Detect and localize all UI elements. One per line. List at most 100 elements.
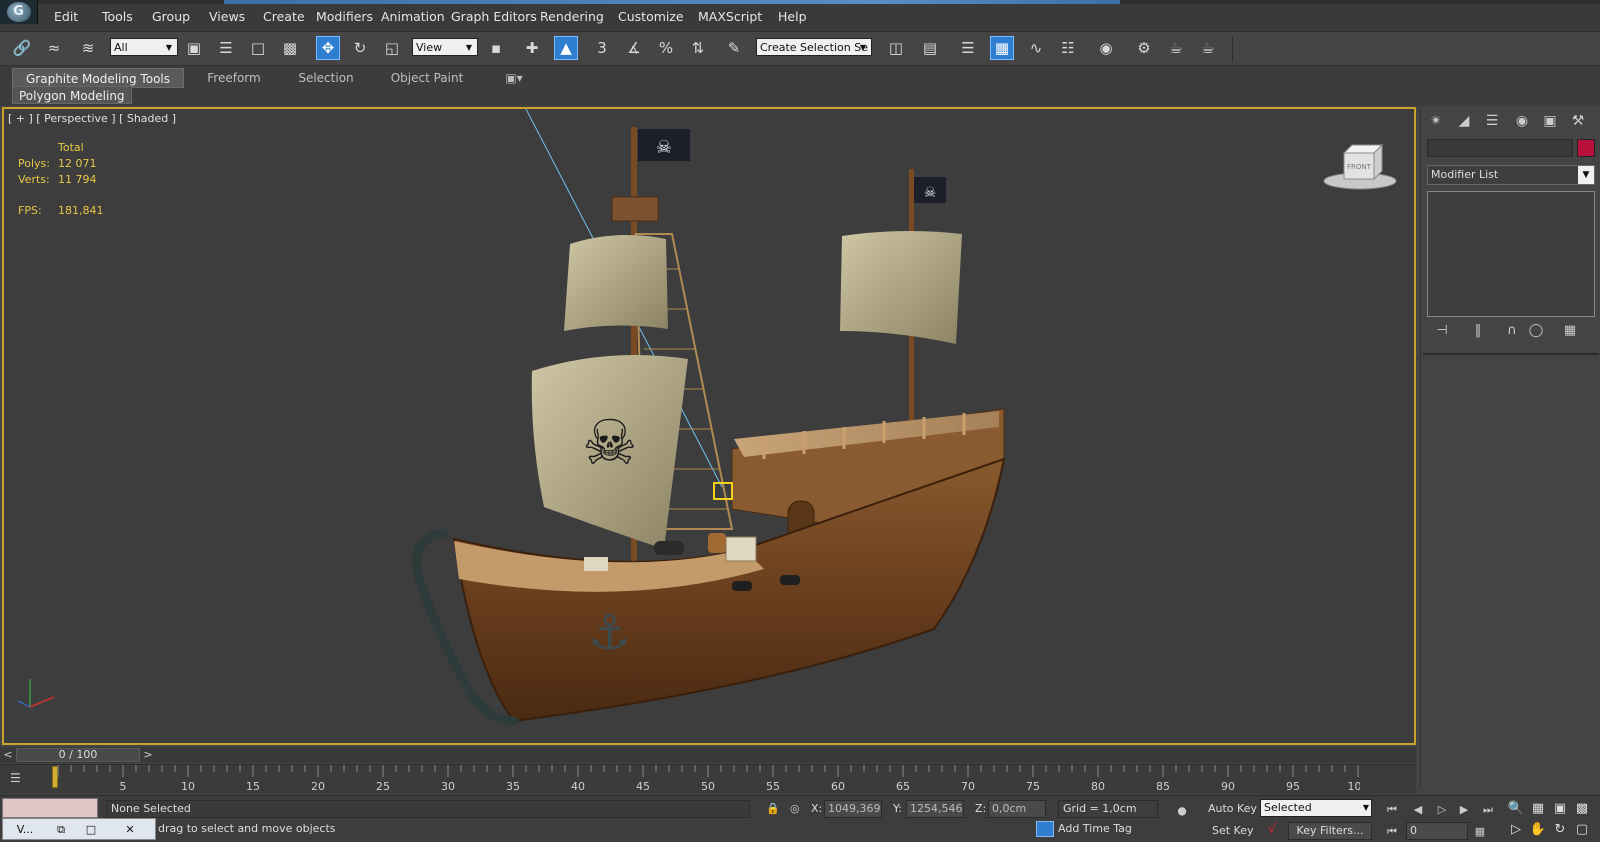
link-icon[interactable]: 🔗 — [10, 36, 34, 60]
next-frame-icon[interactable]: ▶ — [1454, 802, 1474, 818]
snaps-toggle-icon[interactable]: 3 — [590, 36, 614, 60]
select-move-icon[interactable]: ✥ — [316, 36, 340, 60]
utilities-tab-icon[interactable]: ⚒ — [1567, 111, 1589, 131]
x-coordinate-field[interactable]: 1049,369cm — [824, 800, 882, 818]
menu-views[interactable]: Views — [209, 9, 245, 24]
menu-animation[interactable]: Animation — [381, 9, 445, 24]
select-manipulate-icon[interactable]: ✚ — [520, 36, 544, 60]
mini-curve-editor-icon[interactable]: ☰ — [10, 771, 28, 787]
select-by-name-icon[interactable]: ☰ — [214, 36, 238, 60]
align-icon[interactable]: ▤ — [918, 36, 942, 60]
key-curve-icon[interactable]: √ — [1268, 822, 1284, 840]
rendered-frame-icon[interactable]: ☕ — [1164, 36, 1188, 60]
frame-ruler[interactable]: 5 10 15 20 25 30 35 40 45 50 55 60 65 70 75 80 85 90 95 100 — [56, 765, 1360, 795]
unlink-icon[interactable]: ≈ — [42, 36, 66, 60]
key-mode-dropdown[interactable]: Selected ▼ — [1260, 799, 1372, 817]
pivot-center-icon[interactable]: ▪ — [484, 36, 508, 60]
panel-polygon-modeling[interactable]: Polygon Modeling — [12, 86, 132, 104]
pirate-ship-model[interactable]: ☠ ☠ ☠ ⚓ — [4, 109, 1416, 745]
zoom-extents-all-icon[interactable]: ▩ — [1572, 800, 1592, 818]
previous-frame-icon[interactable]: ◀ — [1408, 802, 1428, 818]
configure-modifier-sets-icon[interactable]: ▦ — [1559, 323, 1581, 341]
field-of-view-icon[interactable]: ▷ — [1506, 821, 1526, 839]
maximize-viewport-icon[interactable]: ▢ — [1572, 821, 1592, 839]
ribbon-options-icon[interactable]: ▣▾ — [500, 68, 528, 88]
object-color-swatch[interactable] — [1577, 139, 1595, 157]
spinner-snap-icon[interactable]: ⇅ — [686, 36, 710, 60]
schematic-view-icon[interactable]: ☷ — [1056, 36, 1080, 60]
zoom-icon[interactable]: 🔍 — [1506, 800, 1526, 818]
set-key-button[interactable]: Set Key — [1212, 824, 1254, 837]
motion-tab-icon[interactable]: ◉ — [1511, 111, 1533, 131]
tab-selection[interactable]: Selection — [290, 68, 362, 88]
angle-snap-icon[interactable]: ∡ — [622, 36, 646, 60]
zoom-extents-icon[interactable]: ▣ — [1550, 800, 1570, 818]
menu-tools[interactable]: Tools — [102, 9, 133, 24]
object-name-field[interactable] — [1427, 139, 1573, 157]
selection-filter-dropdown[interactable]: All ▼ — [110, 38, 178, 56]
time-config-icon[interactable]: ▦ — [1470, 824, 1490, 840]
reference-coordinate-dropdown[interactable]: View ▼ — [412, 38, 478, 56]
material-editor-icon[interactable]: ◉ — [1094, 36, 1118, 60]
render-setup-icon[interactable]: ⚙ — [1132, 36, 1156, 60]
select-scale-icon[interactable]: ◱ — [380, 36, 404, 60]
create-tab-icon[interactable]: ✴ — [1425, 111, 1447, 131]
keyboard-shortcut-override-icon[interactable]: ▲ — [554, 36, 578, 60]
hierarchy-tab-icon[interactable]: ☰ — [1481, 111, 1503, 131]
z-coordinate-field[interactable]: 0,0cm — [988, 800, 1046, 818]
make-unique-icon[interactable]: ∩ — [1501, 323, 1523, 341]
time-slider-knob[interactable]: 0 / 100 — [16, 748, 140, 762]
select-object-icon[interactable]: ▣ — [182, 36, 206, 60]
bind-space-warp-icon[interactable]: ≋ — [76, 36, 100, 60]
render-production-icon[interactable]: ☕ — [1196, 36, 1220, 60]
select-rotate-icon[interactable]: ↻ — [348, 36, 372, 60]
perspective-viewport[interactable]: [ + ] [ Perspective ] [ Shaded ] Total P… — [2, 107, 1416, 745]
go-to-end-icon[interactable]: ⏭ — [1478, 802, 1498, 818]
y-coordinate-field[interactable]: 1254,546cm — [906, 800, 964, 818]
maxscript-listener[interactable] — [2, 798, 98, 818]
edit-named-selection-icon[interactable]: ✎ — [722, 36, 746, 60]
time-tag-icon[interactable] — [1036, 821, 1054, 837]
go-to-start-icon[interactable]: ⏮ — [1382, 802, 1402, 818]
layer-manager-icon[interactable]: ☰ — [956, 36, 980, 60]
display-tab-icon[interactable]: ▣ — [1539, 111, 1561, 131]
menu-modifiers[interactable]: Modifiers — [316, 9, 373, 24]
close-icon[interactable]: ✕ — [119, 822, 141, 838]
key-icon[interactable]: ⚫ — [1166, 802, 1198, 828]
tab-graphite-modeling-tools[interactable]: Graphite Modeling Tools — [12, 68, 184, 88]
lock-icon[interactable]: 🔒 — [766, 802, 780, 815]
modify-tab-icon[interactable]: ◢ — [1453, 111, 1475, 131]
zoom-all-icon[interactable]: ▦ — [1528, 800, 1548, 818]
minimized-window-label[interactable]: V... — [5, 822, 45, 838]
mirror-icon[interactable]: ◫ — [884, 36, 908, 60]
window-crossing-icon[interactable]: ▩ — [278, 36, 302, 60]
menu-group[interactable]: Group — [152, 9, 190, 24]
application-button[interactable]: G — [0, 0, 38, 24]
tab-freeform[interactable]: Freeform — [196, 68, 272, 88]
graphite-toggle-icon[interactable]: ▦ — [990, 36, 1014, 60]
menu-help[interactable]: Help — [778, 9, 807, 24]
modifier-stack[interactable] — [1427, 191, 1595, 317]
menu-customize[interactable]: Customize — [618, 9, 684, 24]
pin-stack-icon[interactable]: ⊣ — [1431, 323, 1453, 341]
menu-rendering[interactable]: Rendering — [540, 9, 604, 24]
auto-key-button[interactable]: Auto Key — [1208, 802, 1257, 815]
key-mode-toggle-icon[interactable]: ⏮ — [1382, 824, 1402, 840]
add-time-tag[interactable]: Add Time Tag — [1058, 822, 1132, 835]
restore-icon[interactable]: ⧉ — [51, 822, 71, 838]
key-filters-button[interactable]: Key Filters... — [1288, 822, 1372, 840]
time-slider-prev[interactable]: < — [2, 748, 14, 762]
play-icon[interactable]: ▷ — [1432, 802, 1452, 818]
menu-edit[interactable]: Edit — [54, 9, 78, 24]
track-bar[interactable]: ☰ 5 10 15 20 25 30 35 40 45 50 55 60 65 70 75 80 85 90 95 1… — [0, 764, 1416, 794]
menu-create[interactable]: Create — [263, 9, 305, 24]
pan-icon[interactable]: ✋ — [1528, 821, 1548, 839]
time-slider-next[interactable]: > — [142, 748, 154, 762]
menu-graph-editors[interactable]: Graph Editors — [451, 9, 537, 24]
orbit-icon[interactable]: ↻ — [1550, 821, 1570, 839]
menu-maxscript[interactable]: MAXScript — [698, 9, 762, 24]
named-selection-dropdown[interactable]: Create Selection Se ▼ — [756, 38, 872, 56]
rect-selection-icon[interactable]: □ — [246, 36, 270, 60]
current-frame-field[interactable]: 0 — [1406, 822, 1468, 840]
show-end-result-icon[interactable]: ‖ — [1467, 323, 1489, 341]
